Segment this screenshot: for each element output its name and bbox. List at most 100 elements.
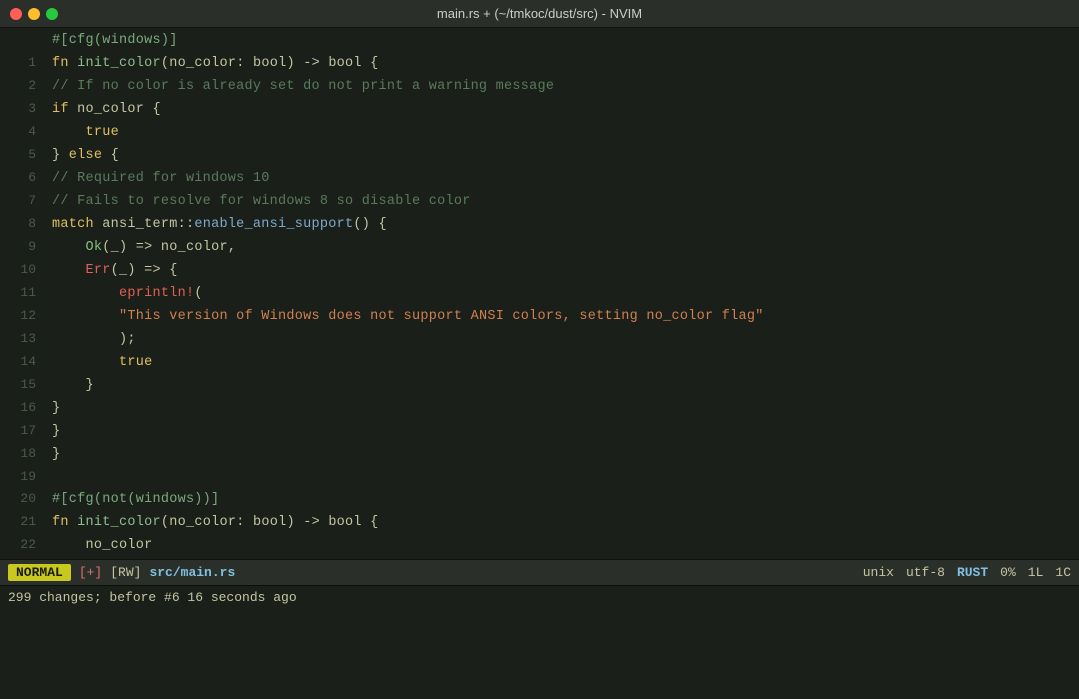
line-number: 20: [8, 488, 36, 510]
token: );: [119, 332, 136, 347]
line-number: 14: [8, 351, 36, 373]
line-content: }: [52, 398, 1071, 420]
col-count: 1C: [1055, 565, 1071, 580]
token: }: [52, 401, 60, 416]
token: bool: [253, 56, 287, 71]
traffic-light-green[interactable]: [46, 8, 58, 20]
code-line: 12 "This version of Windows does not sup…: [0, 305, 1079, 328]
token: no_color: [161, 240, 228, 255]
code-area: #[cfg(windows)] 1 fn init_color(no_color: …: [0, 28, 1079, 559]
line-content: }: [52, 375, 1071, 397]
code-line: 15 }: [0, 374, 1079, 397]
status-right: unix utf-8 RUST 0% 1L 1C: [863, 565, 1071, 580]
traffic-light-yellow[interactable]: [28, 8, 40, 20]
cmdline-text: 299 changes; before #6 16 seconds ago: [8, 590, 297, 605]
token: {: [362, 56, 379, 71]
token: ) ->: [286, 515, 328, 530]
line-number: 11: [8, 282, 36, 304]
line-content: } else {: [52, 145, 1071, 167]
cmdline: 299 changes; before #6 16 seconds ago: [0, 585, 1079, 609]
line-number: 13: [8, 328, 36, 350]
line-number: 5: [8, 144, 36, 166]
line-content: Err(_) => {: [52, 260, 1071, 282]
token: }: [52, 424, 60, 439]
token: (_) =>: [102, 240, 161, 255]
line-content: if no_color {: [52, 99, 1071, 121]
token: }: [86, 378, 94, 393]
token: #[cfg(not(windows))]: [52, 492, 219, 507]
token: "This version of Windows does not suppor…: [119, 309, 764, 324]
line-number: 1: [8, 52, 36, 74]
code-line: 9 Ok(_) => no_color,: [0, 236, 1079, 259]
code-line: #[cfg(windows)]: [0, 30, 1079, 52]
token: init_color: [77, 56, 161, 71]
line-number: 21: [8, 511, 36, 533]
filetype: RUST: [957, 565, 988, 580]
token: }: [52, 148, 69, 163]
line-content: #[cfg(windows)]: [52, 30, 1071, 52]
line-number: 22: [8, 534, 36, 556]
token: Err: [86, 263, 111, 278]
line-content: fn init_color(no_color: bool) -> bool {: [52, 512, 1071, 534]
code-line: 3 if no_color {: [0, 98, 1079, 121]
line-content: true: [52, 122, 1071, 144]
line-content: eprintln!(: [52, 283, 1071, 305]
token: no_color: [169, 56, 236, 71]
line-content: match ansi_term::enable_ansi_support() {: [52, 214, 1071, 236]
line-content: );: [52, 329, 1071, 351]
line-number: 12: [8, 305, 36, 327]
token: (: [161, 515, 169, 530]
filename: src/main.rs: [149, 565, 235, 580]
traffic-light-red[interactable]: [10, 8, 22, 20]
token: init_color: [77, 515, 161, 530]
line-count: 1L: [1028, 565, 1044, 580]
token: ,: [228, 240, 236, 255]
line-content: no_color: [52, 535, 1071, 557]
code-line: 2// If no color is already set do not pr…: [0, 75, 1079, 98]
line-number: 17: [8, 420, 36, 442]
token: match: [52, 217, 102, 232]
line-number: 7: [8, 190, 36, 212]
line-number: 3: [8, 98, 36, 120]
code-line: 17}: [0, 420, 1079, 443]
code-line: 22 no_color: [0, 534, 1079, 557]
line-number: 6: [8, 167, 36, 189]
line-number: 8: [8, 213, 36, 235]
token: fn: [52, 515, 77, 530]
code-line: 10 Err(_) => {: [0, 259, 1079, 282]
line-content: true: [52, 352, 1071, 374]
window-title: main.rs + (~/tmkoc/dust/src) - NVIM: [437, 6, 642, 21]
token: fn: [52, 56, 77, 71]
titlebar: main.rs + (~/tmkoc/dust/src) - NVIM: [0, 0, 1079, 28]
code-line: 7// Fails to resolve for windows 8 so di…: [0, 190, 1079, 213]
modified-indicator: [+]: [79, 565, 102, 580]
line-number: 16: [8, 397, 36, 419]
code-line: 1 fn init_color(no_color: bool) -> bool {: [0, 52, 1079, 75]
token: Ok: [86, 240, 103, 255]
token: no_color: [86, 538, 153, 553]
token: bool: [328, 56, 362, 71]
token: :: [236, 56, 253, 71]
token: no_color {: [77, 102, 161, 117]
code-line: 14 true: [0, 351, 1079, 374]
rw-indicator: [RW]: [110, 565, 141, 580]
line-content: fn init_color(no_color: bool) -> bool {: [52, 53, 1071, 75]
code-line: 20 #[cfg(not(windows))]: [0, 488, 1079, 511]
fileformat: unix: [863, 565, 894, 580]
token: if: [52, 102, 77, 117]
line-content: "This version of Windows does not suppor…: [52, 306, 1071, 328]
code-line: 16}: [0, 397, 1079, 420]
line-content: #[cfg(not(windows))]: [52, 489, 1071, 511]
code-line: 21 fn init_color(no_color: bool) -> bool …: [0, 511, 1079, 534]
line-content: // Required for windows 10: [52, 168, 1071, 190]
line-number: 4: [8, 121, 36, 143]
line-number: 18: [8, 443, 36, 465]
token: // Required for windows 10: [52, 171, 270, 186]
token: (: [194, 286, 202, 301]
line-content: // If no color is already set do not pri…: [52, 76, 1071, 98]
statusline: NORMAL [+] [RW] src/main.rs unix utf-8 R…: [0, 559, 1079, 585]
token: bool: [253, 515, 287, 530]
token: :: [236, 515, 253, 530]
token: true: [119, 355, 153, 370]
token: bool: [328, 515, 362, 530]
